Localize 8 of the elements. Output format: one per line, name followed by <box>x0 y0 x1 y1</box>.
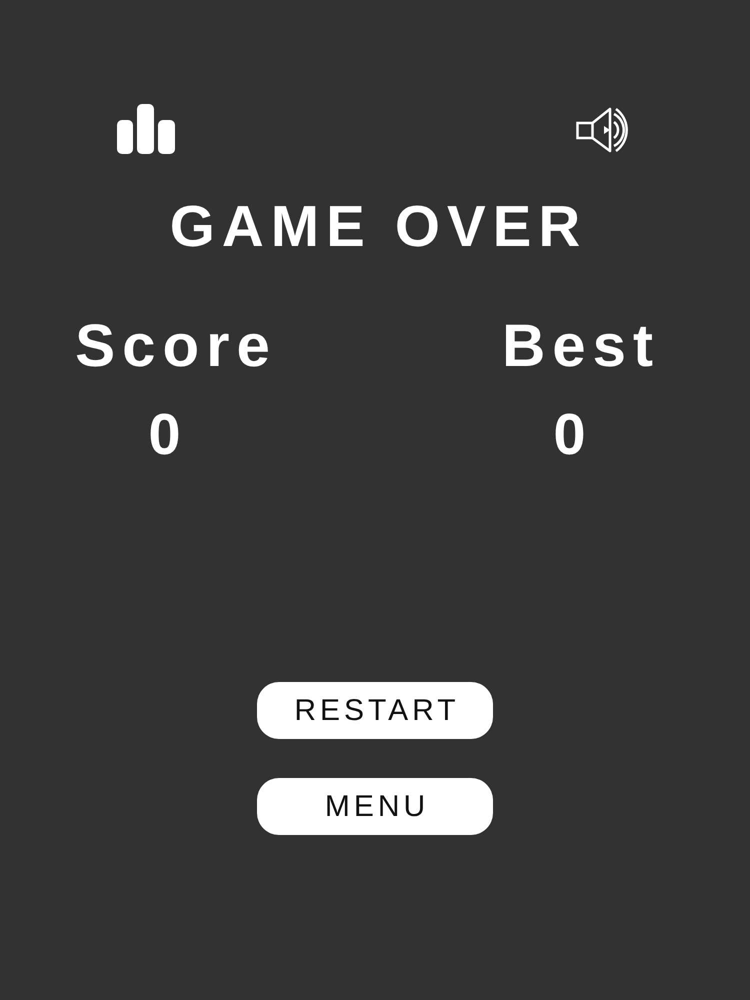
menu-button[interactable]: RESTART <box>257 682 493 739</box>
stat-label: Best <box>500 316 660 376</box>
stat-value: 0 <box>148 406 181 464</box>
bar-chart-icon[interactable] <box>117 104 176 154</box>
menu-button[interactable]: MENU <box>257 778 493 835</box>
stat-value: 0 <box>553 406 586 464</box>
stat-label: Score <box>74 316 277 376</box>
game-over-title: GAME OVER <box>168 198 588 256</box>
